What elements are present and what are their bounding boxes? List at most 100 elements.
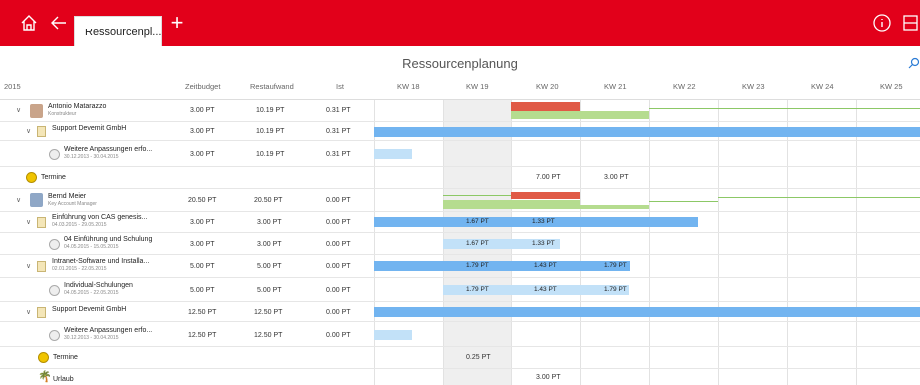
restaufwand-value: 12.50 PT (254, 332, 283, 339)
clock-icon (38, 352, 49, 363)
week-header: KW 22 (673, 82, 696, 91)
chevron-down-icon[interactable]: ∨ (16, 196, 21, 204)
week-header: KW 25 (880, 82, 903, 91)
capacity-line (443, 195, 511, 196)
zeitbudget-header: Zeitbudget (185, 82, 221, 91)
restaufwand-value: 10.19 PT (256, 107, 285, 114)
restaufwand-value: 3.00 PT (257, 241, 282, 248)
ist-value: 0.00 PT (326, 263, 351, 270)
add-tab-button[interactable]: + (166, 10, 188, 36)
row-name: Support Devemit GmbH (52, 125, 127, 132)
row-sub: Konstrukteur (48, 111, 77, 117)
ist-value: 0.00 PT (326, 332, 351, 339)
capacity-line (718, 197, 920, 198)
table-row[interactable]: 🌴 Urlaub 3.00 PT (0, 369, 920, 385)
table-row[interactable]: Termine 7.00 PT 3.00 PT (0, 167, 920, 189)
restaufwand-value: 5.00 PT (257, 263, 282, 270)
zeitbudget-value: 5.00 PT (190, 263, 215, 270)
row-name: 04 Einführung und Schulung (64, 236, 153, 243)
capacity-bar-over (511, 102, 580, 111)
table-row[interactable]: Individual-Schulungen 04.05.2015 - 22.05.… (0, 278, 920, 302)
zeitbudget-value: 3.00 PT (190, 128, 215, 135)
palm-tree-icon: 🌴 (38, 371, 52, 383)
table-row[interactable]: Weitere Anpassungen erfo... 30.12.2013 - … (0, 141, 920, 167)
restaufwand-header: Restaufwand (250, 82, 294, 91)
timeline-bar[interactable] (374, 330, 412, 340)
ist-value: 0.00 PT (326, 309, 351, 316)
table-row[interactable]: ∨ Antonio Matarazzo Konstrukteur 3.00 PT … (0, 100, 920, 122)
row-sub: 02.01.2015 - 22.05.2015 (52, 266, 107, 272)
zeitbudget-value: 12.50 PT (188, 309, 217, 316)
table-row[interactable]: 04 Einführung und Schulung 04.05.2015 - 1… (0, 233, 920, 255)
week-value: 1.67 PT (466, 218, 489, 225)
tab-ressourcenplanung[interactable]: Ressourcenpl... (74, 16, 162, 46)
search-icon[interactable] (908, 57, 920, 72)
table-row[interactable]: ∨ Intranet-Software und Installa... 02.01… (0, 255, 920, 278)
row-name: Weitere Anpassungen erfo... (64, 327, 153, 334)
row-sub: 30.12.2013 - 30.04.2015 (64, 335, 119, 341)
row-sub: 30.12.2013 - 30.04.2015 (64, 154, 119, 160)
avatar (30, 193, 43, 207)
row-name: Einführung von CAS genesis... (52, 214, 148, 221)
task-icon (49, 239, 60, 250)
week-value: 1.79 PT (466, 286, 489, 293)
chevron-down-icon[interactable]: ∨ (16, 106, 21, 114)
restaufwand-value: 10.19 PT (256, 128, 285, 135)
capacity-line (649, 201, 718, 202)
capacity-bar-free (511, 111, 649, 119)
zeitbudget-value: 3.00 PT (190, 219, 215, 226)
week-value: 0.25 PT (466, 354, 491, 361)
row-name: Bernd Meier (48, 193, 87, 200)
year-header: 2015 (4, 82, 21, 91)
chevron-down-icon[interactable]: ∨ (26, 262, 31, 270)
info-icon[interactable] (870, 10, 894, 36)
row-name: Termine (41, 174, 66, 181)
restaufwand-value: 20.50 PT (254, 197, 283, 204)
table-row[interactable]: ∨ Support Devemit GmbH 3.00 PT 10.19 PT … (0, 122, 920, 141)
week-header: KW 23 (742, 82, 765, 91)
zeitbudget-value: 12.50 PT (188, 332, 217, 339)
ist-value: 0.31 PT (326, 107, 351, 114)
week-header: KW 18 (397, 82, 420, 91)
timeline-bar[interactable] (374, 149, 412, 159)
week-value: 1.43 PT (534, 262, 557, 269)
restaufwand-value: 10.19 PT (256, 151, 285, 158)
week-header: KW 19 (466, 82, 489, 91)
chevron-down-icon[interactable]: ∨ (26, 308, 31, 316)
row-name: Individual-Schulungen (64, 282, 133, 289)
table-row[interactable]: ∨ Support Devemit GmbH 12.50 PT 12.50 PT… (0, 302, 920, 322)
ist-value: 0.00 PT (326, 219, 351, 226)
back-arrow-icon[interactable] (46, 10, 72, 36)
week-value: 1.79 PT (604, 262, 627, 269)
task-icon (49, 149, 60, 160)
ist-value: 0.00 PT (326, 287, 351, 294)
zeitbudget-value: 20.50 PT (188, 197, 217, 204)
week-value: 1.79 PT (604, 286, 627, 293)
timeline-bar[interactable] (374, 127, 920, 137)
row-name: Urlaub (53, 376, 74, 383)
page-title: Ressourcenplanung (402, 56, 518, 71)
table-row[interactable]: ∨ Bernd Meier Key Account Manager 20.50 P… (0, 189, 920, 212)
week-value: 1.79 PT (466, 262, 489, 269)
table-row[interactable]: Weitere Anpassungen erfo... 30.12.2013 - … (0, 322, 920, 347)
menu-icon[interactable] (900, 10, 920, 36)
avatar (30, 104, 43, 118)
row-name: Termine (53, 354, 78, 361)
week-value: 1.33 PT (532, 240, 555, 247)
row-sub: 04.05.2015 - 15.05.2015 (64, 244, 119, 250)
table-row[interactable]: Termine 0.25 PT (0, 347, 920, 369)
app-header: Ressourcenpl... + (0, 0, 920, 46)
table-row[interactable]: ∨ Einführung von CAS genesis... 04.03.201… (0, 212, 920, 233)
project-icon (37, 217, 46, 228)
ist-value: 0.31 PT (326, 151, 351, 158)
timeline-bar[interactable] (374, 261, 630, 271)
chevron-down-icon[interactable]: ∨ (26, 218, 31, 226)
timeline-bar[interactable] (374, 307, 920, 317)
chevron-down-icon[interactable]: ∨ (26, 127, 31, 135)
row-name: Weitere Anpassungen erfo... (64, 146, 153, 153)
week-value: 7.00 PT (536, 174, 561, 181)
week-header: KW 21 (604, 82, 627, 91)
home-icon[interactable] (16, 10, 42, 36)
capacity-bar-free (443, 200, 580, 209)
restaufwand-value: 3.00 PT (257, 219, 282, 226)
